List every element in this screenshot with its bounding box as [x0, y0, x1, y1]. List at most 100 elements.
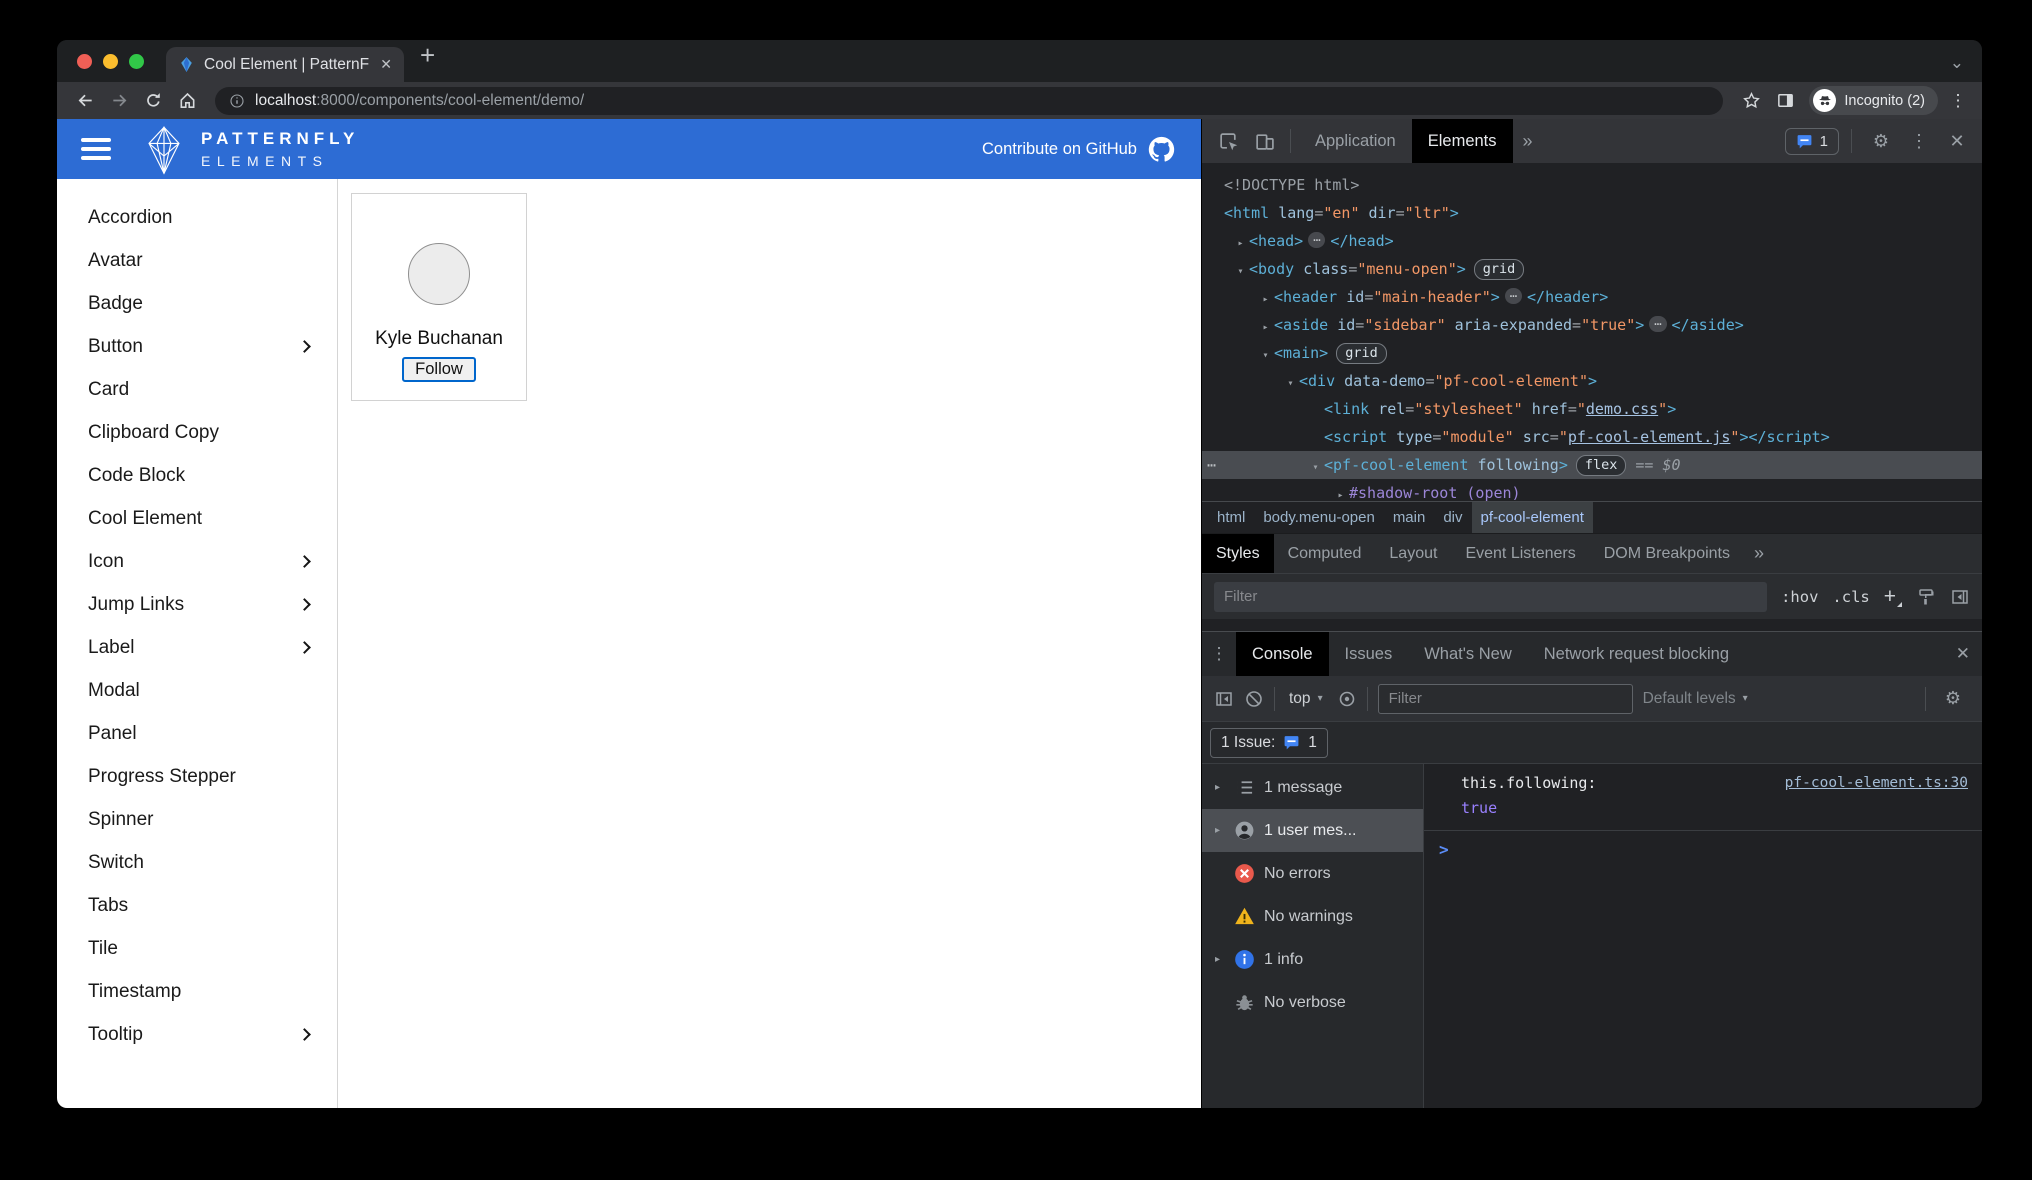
console-sidebar-toggle-icon[interactable]: [1214, 689, 1234, 709]
expand-arrow-icon[interactable]: ▸: [1232, 230, 1249, 258]
dom-tree-row[interactable]: <link rel="stylesheet" href="demo.css">: [1202, 395, 1982, 423]
dom-tree-row[interactable]: <html lang="en" dir="ltr">: [1202, 199, 1982, 227]
toggle-classes-button[interactable]: .cls: [1832, 588, 1869, 606]
console-sidebar-1-message[interactable]: ▸ 1 message: [1202, 766, 1423, 809]
javascript-context-dropdown[interactable]: top ▾: [1285, 690, 1327, 708]
menu-hamburger-icon[interactable]: [81, 138, 111, 160]
new-tab-button[interactable]: +: [420, 42, 435, 68]
sidebar-item-timestamp[interactable]: Timestamp: [57, 970, 337, 1013]
collapse-arrow-icon[interactable]: ▾: [1257, 342, 1274, 370]
toggle-hover-state-button[interactable]: :hov: [1781, 588, 1818, 606]
expand-arrow-icon[interactable]: ▸: [1210, 782, 1225, 793]
devtools-close-icon[interactable]: ✕: [1940, 131, 1974, 152]
sidebar-item-label[interactable]: Label: [57, 626, 337, 669]
collapse-arrow-icon[interactable]: ▾: [1307, 454, 1324, 482]
expand-arrow-icon[interactable]: ▸: [1210, 954, 1225, 965]
styles-tab-dom-breakpoints[interactable]: DOM Breakpoints: [1590, 534, 1744, 574]
sidebar-item-cool-element[interactable]: Cool Element: [57, 497, 337, 540]
dom-tree-row[interactable]: ▾ <div data-demo="pf-cool-element">: [1202, 367, 1982, 395]
sidebar-item-tooltip[interactable]: Tooltip: [57, 1013, 337, 1056]
expand-arrow-icon[interactable]: ▸: [1332, 482, 1349, 501]
console-message[interactable]: this.following: true pf-cool-element.ts:…: [1424, 764, 1982, 831]
sidebar-item-panel[interactable]: Panel: [57, 712, 337, 755]
drawer-tab-console[interactable]: Console: [1236, 632, 1329, 676]
issue-counter-button[interactable]: 1 Issue: 1: [1210, 727, 1328, 758]
layout-badge[interactable]: grid: [1336, 343, 1387, 364]
inline-expand-icon[interactable]: ⋯: [1504, 288, 1523, 304]
site-info-icon[interactable]: [229, 93, 245, 109]
expand-arrow-icon[interactable]: ▸: [1257, 286, 1274, 314]
collapse-arrow-icon[interactable]: ▾: [1282, 370, 1299, 398]
more-tabs-icon[interactable]: »: [1513, 131, 1543, 152]
devtools-menu-icon[interactable]: ⋮: [1902, 131, 1936, 152]
collapse-arrow-icon[interactable]: ▾: [1232, 258, 1249, 286]
dom-tree-row[interactable]: ▾ <body class="menu-open"> grid: [1202, 255, 1982, 283]
styles-tab-layout[interactable]: Layout: [1375, 534, 1451, 574]
dom-tree-row[interactable]: ▸ <aside id="sidebar" aria-expanded="true…: [1202, 311, 1982, 339]
console-sidebar-1-info[interactable]: ▸ 1 info: [1202, 938, 1423, 981]
inline-expand-icon[interactable]: ⋯: [1649, 316, 1667, 332]
sidebar-item-icon[interactable]: Icon: [57, 540, 337, 583]
dom-tree-row[interactable]: ▾ <main> grid: [1202, 339, 1982, 367]
devtools-settings-icon[interactable]: ⚙: [1864, 131, 1898, 152]
sidebar-item-tabs[interactable]: Tabs: [57, 884, 337, 927]
profile-badge[interactable]: Incognito (2): [1809, 86, 1938, 115]
sidebar-item-clipboard-copy[interactable]: Clipboard Copy: [57, 411, 337, 454]
dom-tree-row[interactable]: ▸ <head> ⋯ </head>: [1202, 227, 1982, 255]
breadcrumb-pf-cool-element[interactable]: pf-cool-element: [1471, 502, 1593, 533]
console-sidebar-no-errors[interactable]: No errors: [1202, 852, 1423, 895]
sidebar-item-jump-links[interactable]: Jump Links: [57, 583, 337, 626]
live-expression-eye-icon[interactable]: [1337, 689, 1357, 709]
sidebar-item-spinner[interactable]: Spinner: [57, 798, 337, 841]
sidebar-item-card[interactable]: Card: [57, 368, 337, 411]
breadcrumb-div[interactable]: div: [1434, 502, 1471, 533]
dom-tree-row[interactable]: <!DOCTYPE html>: [1202, 171, 1982, 199]
styles-tab-event-listeners[interactable]: Event Listeners: [1451, 534, 1589, 574]
browser-menu-icon[interactable]: ⋮: [1946, 91, 1970, 111]
drawer-menu-icon[interactable]: ⋮: [1202, 644, 1236, 664]
drawer-tab-network-request-blocking[interactable]: Network request blocking: [1528, 632, 1745, 676]
expand-arrow-icon[interactable]: ▸: [1210, 825, 1225, 836]
drawer-tab-issues[interactable]: Issues: [1329, 632, 1409, 676]
dom-tree-row[interactable]: <script type="module" src="pf-cool-eleme…: [1202, 423, 1982, 451]
console-sidebar-no-warnings[interactable]: No warnings: [1202, 895, 1423, 938]
dom-tree-row[interactable]: ⋯ ▾ <pf-cool-element following> flex == $0: [1202, 451, 1982, 479]
address-bar[interactable]: localhost:8000/components/cool-element/d…: [215, 86, 1724, 115]
minimize-window-button[interactable]: [103, 54, 118, 69]
dom-tree-row[interactable]: ▸ <header id="main-header"> ⋯ </header>: [1202, 283, 1982, 311]
console-settings-icon[interactable]: ⚙: [1936, 688, 1970, 709]
browser-tab[interactable]: Cool Element | PatternFly Elem ✕: [166, 47, 404, 82]
clear-console-icon[interactable]: [1244, 689, 1264, 709]
tab-close-icon[interactable]: ✕: [378, 56, 394, 73]
styles-filter-input[interactable]: [1214, 581, 1768, 612]
sidebar-item-tile[interactable]: Tile: [57, 927, 337, 970]
drawer-close-icon[interactable]: ✕: [1956, 644, 1970, 664]
issues-counter-button[interactable]: 1: [1784, 127, 1839, 155]
back-icon[interactable]: [69, 86, 101, 116]
message-source-link[interactable]: pf-cool-element.ts:30: [1785, 771, 1968, 796]
log-levels-dropdown[interactable]: Default levels ▾: [1643, 690, 1748, 708]
breadcrumb-body.menu-open[interactable]: body.menu-open: [1254, 502, 1383, 533]
sidebar-item-badge[interactable]: Badge: [57, 282, 337, 325]
layout-badge[interactable]: grid: [1473, 259, 1525, 280]
console-sidebar-no-verbose[interactable]: No verbose: [1202, 981, 1423, 1024]
side-panel-icon[interactable]: [1769, 86, 1801, 116]
sidebar-item-switch[interactable]: Switch: [57, 841, 337, 884]
sidebar-item-code-block[interactable]: Code Block: [57, 454, 337, 497]
sidebar-item-progress-stepper[interactable]: Progress Stepper: [57, 755, 337, 798]
inspect-element-icon[interactable]: [1210, 124, 1246, 158]
expand-arrow-icon[interactable]: ▸: [1257, 314, 1274, 342]
sidebar-item-modal[interactable]: Modal: [57, 669, 337, 712]
new-style-rule-icon[interactable]: +: [1884, 585, 1903, 609]
console-sidebar-1-user-mes-[interactable]: ▸ 1 user mes...: [1202, 809, 1423, 852]
close-window-button[interactable]: [77, 54, 92, 69]
dock-sidebar-icon[interactable]: [1950, 587, 1970, 607]
home-icon[interactable]: [171, 86, 203, 116]
breadcrumb-main[interactable]: main: [1384, 502, 1435, 533]
console-filter-input[interactable]: [1377, 683, 1633, 714]
console-prompt[interactable]: >: [1424, 831, 1982, 859]
bookmark-star-icon[interactable]: [1735, 86, 1767, 116]
more-panes-icon[interactable]: »: [1744, 543, 1774, 564]
styles-tab-styles[interactable]: Styles: [1202, 533, 1274, 574]
contribute-link[interactable]: Contribute on GitHub: [982, 136, 1175, 163]
